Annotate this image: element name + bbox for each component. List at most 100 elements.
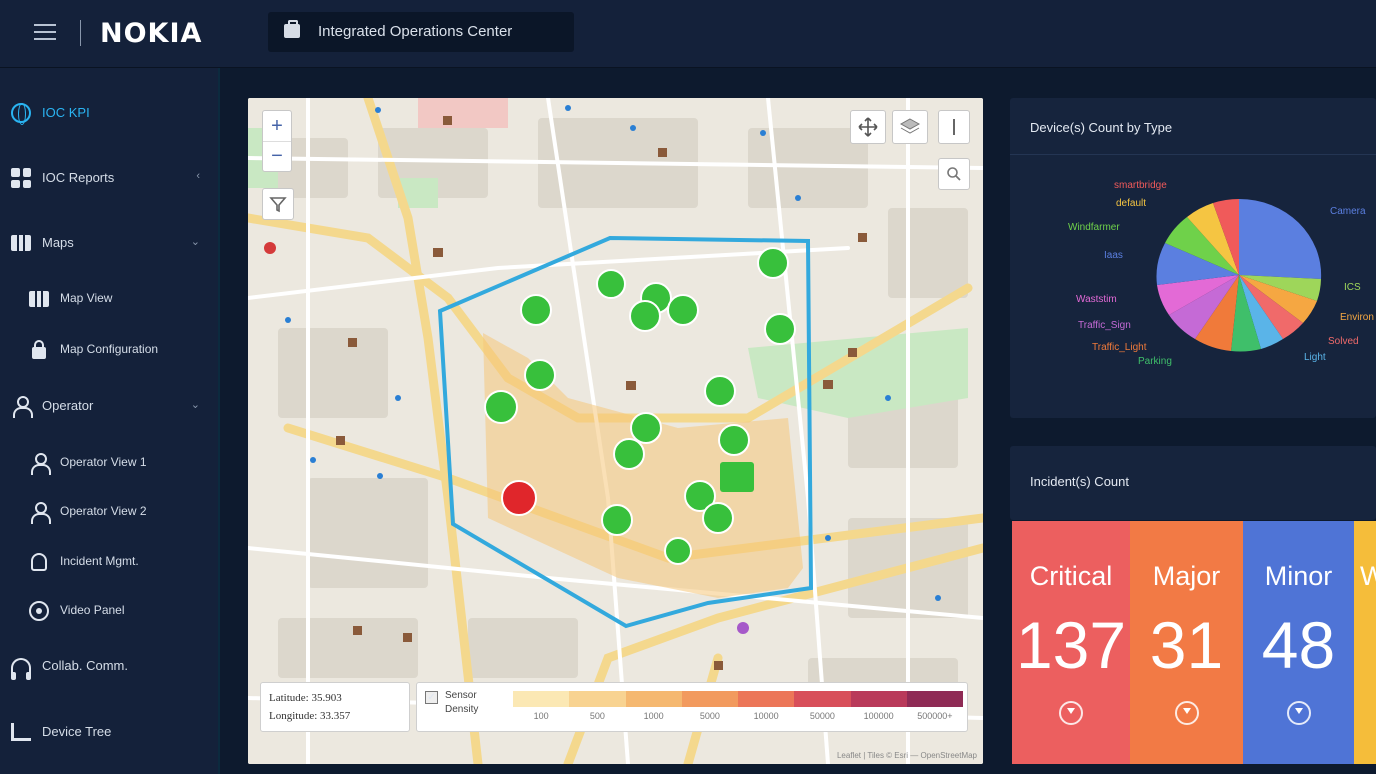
header-divider: [80, 20, 81, 46]
sidebar-item-operator-view-1[interactable]: Operator View 1: [0, 445, 218, 481]
person-icon: [10, 395, 33, 418]
sidebar-item-incident-mgmt[interactable]: Incident Mgmt.: [0, 544, 218, 580]
critical-incident-card[interactable]: Critical 137: [1012, 521, 1130, 764]
incident-card-label: Major: [1152, 561, 1221, 591]
grid-icon: [10, 167, 32, 189]
legend-color-swatch: [625, 691, 682, 707]
hamburger-menu-icon[interactable]: [34, 24, 56, 42]
video-icon: [28, 600, 50, 622]
major-incident-card[interactable]: Major 31: [1130, 521, 1243, 764]
incident-card-value: 31: [1149, 608, 1224, 682]
sidebar-item-device-tree[interactable]: Device Tree: [0, 714, 218, 750]
legend-tick-label: 50000: [809, 711, 835, 721]
chevron-down-icon: ⌄: [190, 399, 200, 411]
pie-label: Environ: [1340, 312, 1374, 323]
zoom-controls: + −: [262, 110, 292, 172]
chevron-down-icon: ⌄: [190, 236, 200, 248]
incident-panel-title: Incident(s) Count: [1030, 474, 1129, 489]
filter-icon[interactable]: [262, 188, 294, 220]
legend-tick-label: 100: [533, 711, 549, 721]
pie-label: Waststim: [1076, 294, 1117, 305]
map-icon: [28, 288, 50, 310]
legend-color-swatch: [906, 691, 963, 707]
person-icon: [28, 501, 51, 524]
legend-title-line-2: Density: [445, 704, 479, 715]
chevron-left-icon: ‹: [196, 170, 200, 182]
incident-count-panel: Incident(s) Count: [1010, 446, 1376, 520]
sidebar-item-label: IOC Reports: [42, 170, 115, 185]
device-pie-chart[interactable]: [1154, 196, 1324, 354]
device-count-panel: Device(s) Count by Type smartbridge defa…: [1010, 98, 1376, 418]
zoom-out-button[interactable]: −: [263, 141, 291, 171]
lock-icon: [28, 339, 50, 361]
map-icon: [10, 232, 32, 254]
legend-color-swatch: [850, 691, 907, 707]
pie-label: Solved: [1328, 336, 1359, 347]
sidebar-item-collab-comm[interactable]: Collab. Comm.: [0, 648, 218, 684]
sidebar-item-label: Video Panel: [60, 603, 125, 617]
chevron-down-icon[interactable]: [1286, 701, 1311, 725]
zoom-in-button[interactable]: +: [263, 111, 291, 141]
pie-label: Light: [1304, 352, 1326, 363]
minor-incident-card[interactable]: Minor 48: [1243, 521, 1354, 764]
incident-card-value: 137: [1015, 608, 1127, 682]
legend-tick-label: 1000: [643, 711, 664, 721]
legend-checkbox[interactable]: ✓: [425, 691, 438, 704]
map-view[interactable]: + − Latitude: 35.903 Longitude: 33.357 ✓…: [248, 98, 983, 764]
sidebar-item-ioc-reports[interactable]: IOC Reports ‹: [0, 160, 218, 196]
sidebar-item-label: Device Tree: [42, 724, 112, 739]
layers-icon[interactable]: [892, 110, 928, 144]
incident-card-label: W: [1360, 561, 1376, 591]
legend-title-line-1: Sensor: [445, 690, 477, 701]
app-title: Integrated Operations Center: [318, 23, 513, 40]
search-icon[interactable]: [938, 158, 970, 190]
sidebar-item-operator-view-2[interactable]: Operator View 2: [0, 494, 218, 530]
pie-label: default: [1116, 198, 1147, 209]
pie-label: Camera: [1330, 206, 1366, 217]
pie-label: smartbridge: [1114, 180, 1167, 191]
map-attribution: Leaflet | Tiles © Esri — OpenStreetMap: [836, 751, 977, 760]
move-icon[interactable]: [850, 110, 886, 144]
sidebar-item-map-view[interactable]: Map View: [0, 281, 218, 317]
pie-label: Traffic_Sign: [1078, 320, 1131, 331]
legend-color-swatch: [513, 691, 570, 707]
warning-incident-card[interactable]: W: [1354, 521, 1376, 764]
sidebar-item-label: Map View: [60, 291, 113, 305]
legend-tick-label: 5000: [699, 711, 720, 721]
briefcase-icon: [284, 20, 300, 38]
sidebar-item-map-configuration[interactable]: Map Configuration: [0, 332, 218, 368]
legend-title: Sensor Density: [445, 689, 478, 717]
sidebar-item-operator[interactable]: Operator ⌄: [0, 388, 218, 424]
legend-color-swatch: [681, 691, 738, 707]
sidebar-item-label: IOC KPI: [42, 105, 90, 120]
legend-color-swatch: [794, 691, 851, 707]
pie-label: Traffic_Light: [1092, 342, 1147, 353]
more-options-icon[interactable]: [938, 110, 970, 144]
longitude-readout: Longitude: 33.357: [269, 710, 351, 722]
legend-tick-label: 10000: [753, 711, 779, 721]
legend-tick-label: 100000: [863, 711, 894, 721]
legend-color-swatch: [569, 691, 626, 707]
sidebar: IOC KPI IOC Reports ‹ Maps ⌄ Map View Ma…: [0, 68, 220, 774]
map-base-layer: [248, 98, 983, 764]
chevron-down-icon[interactable]: [1059, 701, 1083, 725]
incident-card-label: Critical: [1029, 561, 1113, 591]
sensor-density-legend: ✓ Sensor Density 100 500 1000 5000 10000 5000…: [416, 682, 968, 732]
sidebar-item-ioc-kpi[interactable]: IOC KPI: [0, 95, 218, 131]
sidebar-item-maps[interactable]: Maps ⌄: [0, 225, 218, 261]
legend-color-bar: [513, 691, 963, 707]
app-title-box[interactable]: Integrated Operations Center: [268, 12, 574, 52]
coordinates-box: Latitude: 35.903 Longitude: 33.357: [260, 682, 410, 732]
legend-tick-label: 500: [589, 711, 605, 721]
panel-divider: [1010, 154, 1376, 155]
sidebar-item-label: Operator View 2: [60, 504, 147, 518]
pie-label: Iaas: [1104, 250, 1123, 261]
latitude-readout: Latitude: 35.903: [269, 692, 342, 704]
bell-icon: [28, 551, 50, 573]
pie-label: ICS: [1344, 282, 1361, 293]
sidebar-item-video-panel[interactable]: Video Panel: [0, 593, 218, 629]
sidebar-item-label: Operator View 1: [60, 455, 147, 469]
tree-icon: [10, 721, 32, 743]
legend-tick-label: 500000+: [917, 711, 953, 721]
chevron-down-icon[interactable]: [1174, 701, 1199, 725]
